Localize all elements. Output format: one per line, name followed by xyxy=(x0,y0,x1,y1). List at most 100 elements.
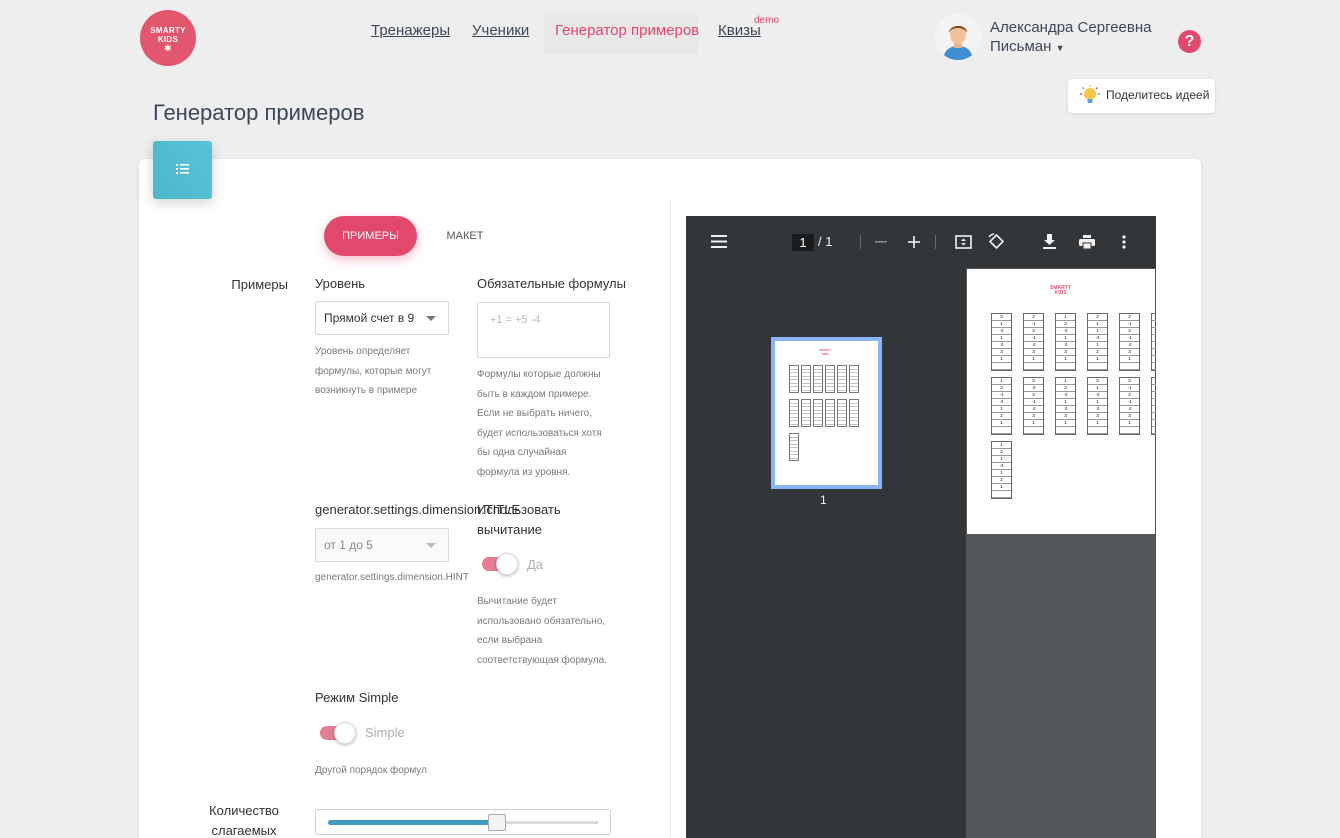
table-cell: -1 xyxy=(1024,335,1043,342)
lightbulb-icon xyxy=(1080,85,1100,103)
thumb-table xyxy=(813,399,823,427)
table-cell: 1 xyxy=(1152,328,1156,335)
table-cell: -1 xyxy=(1152,342,1156,349)
dimension-select[interactable]: от 1 до 5 xyxy=(315,528,449,562)
table-cell xyxy=(1120,427,1139,434)
slider-fill xyxy=(328,820,498,825)
table-cell: 1 xyxy=(1056,378,1075,385)
level-select[interactable]: Прямой счет в 9 xyxy=(315,301,449,335)
table-cell: 2 xyxy=(1120,314,1139,321)
slider-rest xyxy=(498,821,598,824)
print-icon[interactable] xyxy=(1079,235,1095,249)
table-cell: 1 xyxy=(1024,420,1043,427)
more-vert-icon[interactable] xyxy=(1122,235,1126,249)
logo[interactable]: SMARTY KIDS ✱ xyxy=(140,10,196,66)
table-cell xyxy=(1024,427,1043,434)
thumb-table xyxy=(801,365,811,393)
table-cell: 1 xyxy=(1152,356,1156,363)
nav-students[interactable]: Ученики xyxy=(472,22,529,39)
table-cell: -2 xyxy=(992,399,1011,406)
thumbnail-page-number: 1 xyxy=(820,493,827,507)
formulas-title: Обязательные формулы xyxy=(477,276,626,291)
table-cell: 1 xyxy=(1088,420,1107,427)
table-cell xyxy=(992,491,1011,498)
example-table: 2 1 1 -3 1 2 1 xyxy=(1087,313,1108,371)
nav-trainers[interactable]: Тренажеры xyxy=(371,22,450,39)
formulas-input[interactable]: +1 = +5 -4 xyxy=(477,302,610,358)
table-cell: -2 xyxy=(1056,406,1075,413)
table-cell: -2 xyxy=(1024,385,1043,392)
table-cell: 1 xyxy=(1056,314,1075,321)
page-title: Генератор примеров xyxy=(153,100,365,125)
table-cell: 1 xyxy=(1120,420,1139,427)
nav-generator[interactable]: Генератор примеров xyxy=(555,22,699,39)
menu-icon[interactable] xyxy=(711,235,727,248)
pdf-page: SMARTY KIDS 3 1 -2 1 -2 3 1 2 -1 3 -1 -2 3 1 1 3 -2 1 -2 3 1… xyxy=(967,269,1156,534)
page-thumbnail[interactable]: SMARTY KIDS xyxy=(771,337,882,489)
table-cell: 1 xyxy=(992,470,1011,477)
simple-toggle[interactable] xyxy=(320,722,356,744)
table-cell: 2 xyxy=(1088,349,1107,356)
table-cell: -2 xyxy=(1152,335,1156,342)
pdf-thumbnail-sidebar: SMARTY KIDS 1 xyxy=(686,268,966,838)
example-table: 3 1 -2 1 -2 3 1 xyxy=(991,313,1012,371)
example-table: 3 1 -2 1 -2 3 1 xyxy=(1087,377,1108,435)
table-cell: -2 xyxy=(1120,406,1139,413)
column-divider xyxy=(670,200,671,838)
table-cell: 1 xyxy=(1056,420,1075,427)
table-cell: 3 xyxy=(1024,378,1043,385)
thumb-table xyxy=(825,365,835,393)
toggle-knob xyxy=(496,553,518,575)
table-cell xyxy=(1056,427,1075,434)
simple-hint: Другой порядок формул xyxy=(315,765,427,776)
thumb-table xyxy=(801,399,811,427)
tab-examples[interactable]: Примеры xyxy=(324,216,417,256)
table-cell: -2 xyxy=(1088,406,1107,413)
table-cell xyxy=(1056,363,1075,370)
table-cell: 1 xyxy=(1152,385,1156,392)
user-last-name: Письман xyxy=(990,38,1052,55)
subtraction-toggle[interactable] xyxy=(482,553,518,575)
user-menu[interactable]: Александра Сергеевна Письман ▼ xyxy=(990,18,1152,58)
table-cell: -1 xyxy=(1120,399,1139,406)
chevron-down-icon xyxy=(426,543,436,548)
fit-page-icon[interactable] xyxy=(955,235,972,249)
table-cell xyxy=(1120,363,1139,370)
table-cell: 1 xyxy=(1024,356,1043,363)
table-cell: -1 xyxy=(1120,321,1139,328)
addends-slider[interactable] xyxy=(315,809,611,835)
table-cell: -2 xyxy=(1056,342,1075,349)
table-cell: -3 xyxy=(992,463,1011,470)
example-table: 2 -1 3 -1 -2 3 1 xyxy=(1023,313,1044,371)
table-cell: 3 xyxy=(1056,385,1075,392)
table-cell: -2 xyxy=(1056,328,1075,335)
avatar[interactable] xyxy=(935,14,981,60)
star-icon: ✱ xyxy=(164,43,172,53)
list-icon xyxy=(176,164,189,174)
table-cell: -2 xyxy=(992,342,1011,349)
table-cell: 1 xyxy=(1152,314,1156,321)
thumb-logo: SMARTY KIDS xyxy=(819,348,832,356)
download-icon[interactable] xyxy=(1043,234,1056,249)
toolbar-separator xyxy=(935,235,936,249)
zoom-in-icon[interactable] xyxy=(908,236,920,248)
table-cell: 2 xyxy=(1152,399,1156,406)
table-cell: 3 xyxy=(1120,378,1139,385)
table-cell: 1 xyxy=(1152,420,1156,427)
help-icon[interactable]: ? xyxy=(1178,30,1201,53)
table-cell: -1 xyxy=(1120,335,1139,342)
page-number-input[interactable]: 1 xyxy=(792,234,814,251)
tab-layout[interactable]: Макет xyxy=(430,216,500,256)
formulas-placeholder: +1 = +5 -4 xyxy=(490,314,541,326)
slider-thumb[interactable] xyxy=(488,814,506,831)
pdf-toolbar: 1 / 1 xyxy=(686,216,1156,268)
share-idea-button[interactable]: Поделитесь идеей xyxy=(1068,79,1215,113)
table-cell: 3 xyxy=(1152,378,1156,385)
table-cell: 2 xyxy=(1152,413,1156,420)
table-cell: 1 xyxy=(1088,399,1107,406)
rotate-icon[interactable] xyxy=(988,233,1005,250)
table-cell: 3 xyxy=(1056,349,1075,356)
thumb-table xyxy=(789,433,799,461)
zoom-out-icon[interactable] xyxy=(875,241,887,243)
table-cell: 3 xyxy=(1024,413,1043,420)
